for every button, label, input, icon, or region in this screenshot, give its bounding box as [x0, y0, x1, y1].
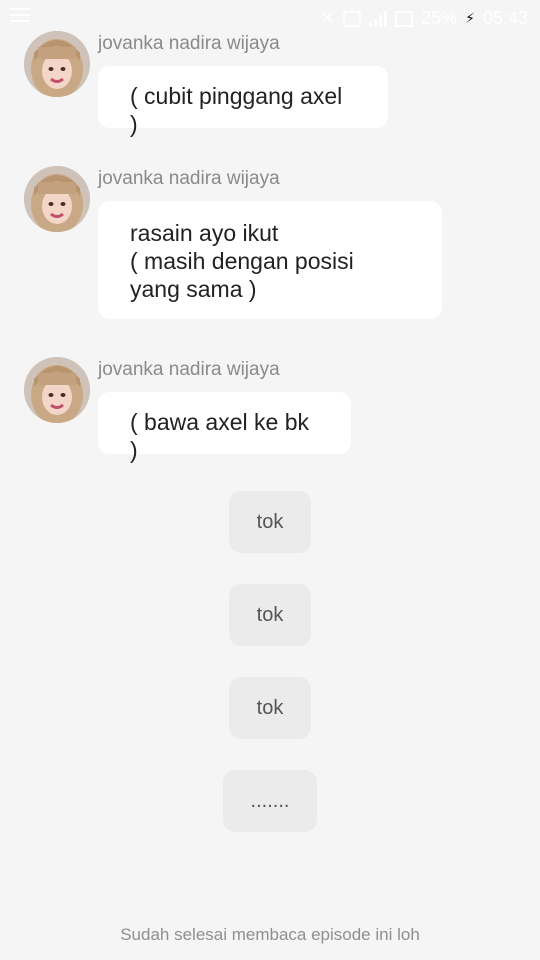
status-bar: ✕ 25% ⚡ 05:43: [0, 0, 540, 36]
clock: 05:43: [482, 8, 528, 28]
message-bubble: ( bawa axel ke bk ): [98, 392, 351, 463]
episode-finished-note: Sudah selesai membaca episode ini loh: [120, 925, 420, 944]
narration-bubble: .......: [223, 770, 317, 832]
avatar[interactable]: [24, 31, 90, 97]
status-right: ✕ 25% ⚡ 05:43: [320, 8, 528, 29]
signal-icon: [369, 10, 388, 27]
narration-bubble: tok: [229, 491, 311, 553]
sender-name: jovanka nadira wijaya: [98, 168, 280, 189]
avatar[interactable]: [24, 357, 90, 423]
message-bubble: rasain ayo ikut ( masih dengan posisi ya…: [98, 201, 442, 319]
sender-name: jovanka nadira wijaya: [98, 33, 280, 54]
menu-icon[interactable]: [10, 8, 30, 26]
message-bubble: ( cubit pinggang axel ): [98, 66, 388, 137]
avatar[interactable]: [24, 166, 90, 232]
nfc-icon: [395, 10, 414, 27]
narration-bubble: tok: [229, 584, 311, 646]
sim-icon: [343, 10, 362, 27]
battery-text: 25%: [421, 8, 458, 28]
mute-icon: ✕: [319, 8, 336, 28]
charging-icon: ⚡: [465, 10, 475, 26]
sender-name: jovanka nadira wijaya: [98, 359, 280, 380]
narration-bubble: tok: [229, 677, 311, 739]
